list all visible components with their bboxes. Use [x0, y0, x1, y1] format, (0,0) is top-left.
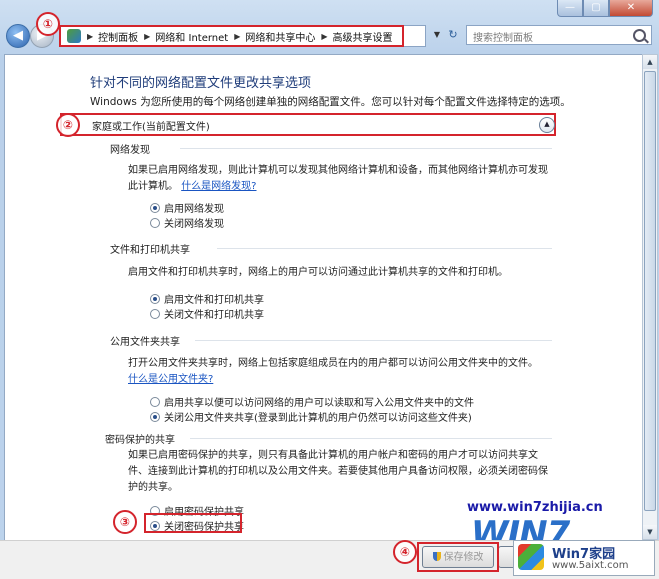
public-desc-text: 打开公用文件夹共享时，网络上包括家庭组成员在内的用户都可以访问公用文件夹中的文件… — [128, 358, 538, 369]
printer-option-on[interactable]: 启用文件和打印机共享 — [150, 291, 264, 306]
printer-option-off[interactable]: 关闭文件和打印机共享 — [150, 306, 264, 321]
refresh-icon[interactable]: ↻ — [445, 26, 461, 44]
highlight-password-off — [144, 513, 242, 533]
discovery-help-link[interactable]: 什么是网络发现? — [181, 181, 256, 192]
scroll-up-icon[interactable]: ▲ — [643, 55, 657, 69]
maximize-button[interactable]: ▢ — [583, 0, 609, 17]
divider — [180, 148, 552, 149]
public-description: 打开公用文件夹共享时，网络上包括家庭组成员在内的用户都可以访问公用文件夹中的文件… — [128, 356, 548, 388]
step-badge-3: ③ — [113, 510, 137, 534]
search-icon[interactable] — [633, 29, 646, 42]
radio[interactable] — [150, 396, 160, 407]
profile-title: 家庭或工作(当前配置文件) — [92, 122, 210, 133]
watermark-domain: www.5aixt.com — [552, 560, 629, 571]
highlight-address — [59, 25, 404, 47]
radio-selected[interactable] — [150, 202, 160, 213]
radio-selected[interactable] — [150, 411, 160, 422]
public-help-link[interactable]: 什么是公用文件夹? — [128, 374, 213, 385]
radio-selected[interactable] — [150, 293, 160, 304]
printer-heading: 文件和打印机共享 — [110, 245, 190, 256]
scroll-thumb[interactable] — [644, 71, 656, 511]
search-input[interactable]: 搜索控制面板 — [466, 25, 652, 45]
scroll-down-icon[interactable]: ▼ — [643, 525, 657, 539]
radio[interactable] — [150, 217, 160, 228]
divider — [195, 340, 552, 341]
address-dropdown-icon[interactable]: ▼ — [430, 26, 444, 44]
option-label: 启用文件和打印机共享 — [164, 295, 264, 306]
highlight-save — [417, 542, 499, 572]
option-label: 启用共享以便可以访问网络的用户可以读取和写入公用文件夹中的文件 — [164, 398, 474, 409]
watermark-url: www.win7zhijia.cn — [467, 500, 603, 515]
divider — [190, 438, 552, 439]
option-label: 关闭文件和打印机共享 — [164, 310, 264, 321]
back-button[interactable]: ◀ — [6, 24, 30, 48]
collapse-icon[interactable]: ▲ — [539, 117, 555, 133]
window-controls: — ▢ ✕ — [557, 0, 653, 17]
discovery-description: 如果已启用网络发现，则此计算机可以发现其他网络计算机和设备，而其他网络计算机亦可… — [128, 163, 548, 195]
step-badge-1: ① — [36, 12, 60, 36]
password-heading: 密码保护的共享 — [105, 435, 175, 446]
discovery-heading: 网络发现 — [110, 145, 150, 156]
page-title: 针对不同的网络配置文件更改共享选项 — [90, 76, 312, 91]
option-label: 关闭公用文件夹共享(登录到此计算机的用户仍然可以访问这些文件夹) — [164, 413, 472, 424]
watermark-badge: Win7家园 www.5aixt.com — [513, 540, 655, 576]
page-intro: Windows 为您所使用的每个网络创建单独的网络配置文件。您可以针对每个配置文… — [90, 96, 571, 108]
minimize-button[interactable]: — — [557, 0, 583, 17]
public-option-off[interactable]: 关闭公用文件夹共享(登录到此计算机的用户仍然可以访问这些文件夹) — [150, 409, 472, 424]
printer-description: 启用文件和打印机共享时，网络上的用户可以访问通过此计算机共享的文件和打印机。 — [128, 267, 508, 278]
scrollbar[interactable]: ▲ ▼ — [642, 54, 658, 540]
public-heading: 公用文件夹共享 — [110, 337, 180, 348]
option-label: 关闭网络发现 — [164, 219, 224, 230]
radio[interactable] — [150, 308, 160, 319]
divider — [217, 248, 552, 249]
public-option-on[interactable]: 启用共享以便可以访问网络的用户可以读取和写入公用文件夹中的文件 — [150, 394, 474, 409]
close-button[interactable]: ✕ — [609, 0, 653, 17]
step-badge-2: ② — [56, 113, 80, 137]
discovery-option-on[interactable]: 启用网络发现 — [150, 200, 224, 215]
step-badge-4: ④ — [393, 540, 417, 564]
option-label: 启用网络发现 — [164, 204, 224, 215]
search-placeholder: 搜索控制面板 — [473, 33, 533, 44]
discovery-option-off[interactable]: 关闭网络发现 — [150, 215, 224, 230]
windows-logo-icon — [518, 544, 544, 570]
password-description: 如果已启用密码保护的共享，则只有具备此计算机的用户帐户和密码的用户才可以访问共享… — [128, 450, 548, 493]
